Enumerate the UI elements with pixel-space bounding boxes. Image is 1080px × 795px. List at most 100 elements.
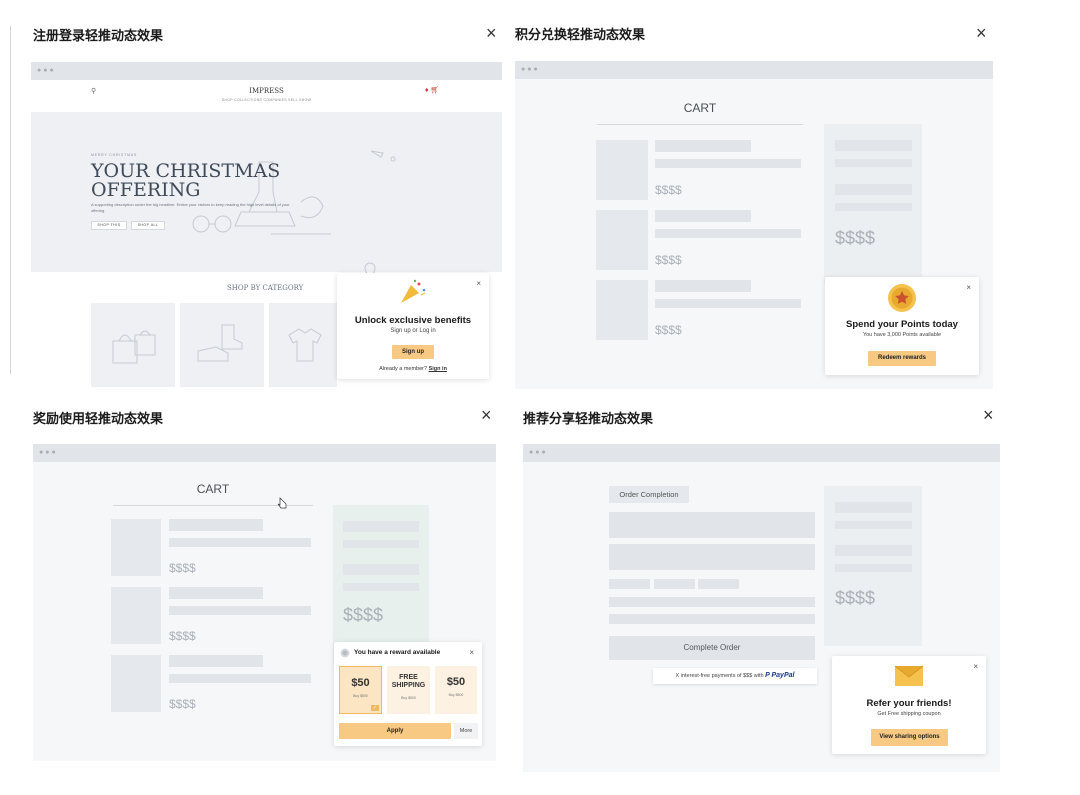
popup-close-icon[interactable]: × [469,648,474,657]
signup-footer-text: Already a member? [379,366,428,372]
placeholder-bar [609,597,815,607]
product-price: $$$$ [655,323,682,337]
product-thumb [596,210,648,270]
browser-frame-referral: ●●● Order Completion Complete Order X in… [523,444,1000,772]
placeholder-bar [835,159,912,167]
placeholder-bar [655,140,751,152]
paypal-brand: PayPal [771,672,795,679]
referral-popup-subtitle: Get Free shipping coupon [877,711,941,717]
placeholder-bar [343,564,419,575]
clothing-icon [288,328,322,362]
placeholder-bar [835,521,912,529]
browser-chrome: ●●● [523,444,1000,462]
summary-price: $$$$ [835,588,876,608]
window-dots-icon: ●●● [529,449,548,456]
product-thumb [596,280,648,340]
referral-popup: × Refer your friends! Get Free shipping … [832,656,986,754]
placeholder-bar [343,521,419,532]
paypal-text: X interest-free payments of $$$ with [675,673,764,679]
panel-title-referral: 推荐分享轻推动态效果 [523,411,654,426]
placeholder-bar [655,229,801,238]
placeholder-bar [654,579,695,589]
popup-close-icon[interactable]: × [476,279,481,288]
product-thumb [111,519,161,576]
category-card-bags[interactable] [91,303,175,387]
reward-card[interactable]: $50 Buy $500 ✓ [339,666,382,714]
popup-close-icon[interactable]: × [966,283,971,292]
placeholder-field [609,544,815,570]
placeholder-bar [835,545,912,556]
category-card-shoes[interactable] [180,303,264,387]
summary-price: $$$$ [343,605,384,625]
reward-badge-icon [340,648,350,658]
shop-this-button[interactable]: SHOP THIS [91,221,127,230]
cart-icon[interactable]: ♦ 🛒︎ [425,86,439,94]
redeem-rewards-button[interactable]: Redeem rewards [868,351,936,366]
browser-chrome: ●●● [33,444,496,462]
popup-close-icon[interactable]: × [973,662,978,671]
points-coin-icon [888,284,916,312]
product-price: $$$$ [169,561,196,575]
points-popup-subtitle: You have 3,000 Points available [862,332,942,338]
panel-title-points: 积分兑换轻推动态效果 [515,27,646,42]
party-popper-icon [401,279,426,303]
signup-popup-title: Unlock exclusive benefits [354,315,472,326]
placeholder-bar [609,614,815,624]
placeholder-bar [655,159,801,168]
placeholder-field [609,512,815,538]
reward-card-amount: $50 [446,676,466,688]
reward-card-caption: Buy $500 [401,696,416,700]
window-dots-icon: ●●● [521,66,540,73]
panel-close-button[interactable]: × [481,406,492,424]
summary-price: $$$$ [835,228,876,248]
complete-order-button[interactable]: Complete Order [609,636,815,660]
product-thumb [111,587,161,644]
reward-card[interactable]: $50 Buy $500 [435,666,477,714]
placeholder-bar [343,583,419,591]
store-nav[interactable]: SHOP COLLECTIONS COMPANIES SELL SHOW [31,98,502,102]
placeholder-bar [169,674,311,683]
reward-card-caption: Buy $500 [353,694,368,698]
placeholder-bar [835,203,912,211]
shop-all-button[interactable]: SHOP ALL [131,221,165,230]
view-sharing-options-button[interactable]: View sharing options [871,729,948,746]
more-button[interactable]: More [454,723,478,739]
hero-description: A supporting description under the big h… [91,202,290,213]
hero-illustration-icon [192,161,331,235]
reward-card[interactable]: FREE SHIPPING Buy $500 [387,666,430,714]
panel-title-signup: 注册登录轻推动态效果 [33,28,164,43]
paypal-message[interactable]: X interest-free payments of $$$ with P P… [653,668,817,684]
hero-headline-line2: OFFERING [91,179,201,201]
placeholder-bar [609,579,650,589]
signup-popup-subtitle: Sign up or Log in [390,328,436,334]
placeholder-bar [169,519,263,531]
panel-close-button[interactable]: × [486,24,497,42]
product-price: $$$$ [169,629,196,643]
placeholder-bar [655,210,751,222]
panel-close-button[interactable]: × [976,24,987,42]
cart-title: CART [196,482,230,496]
placeholder-bar [835,140,912,151]
points-popup-title: Spend your Points today [846,319,958,330]
reward-card-amount: $50 [351,677,370,689]
paypal-logo: P PayPal [765,672,795,679]
hero-headline-line1: YOUR CHRISTMAS [91,160,281,182]
order-summary: $$$$ [824,486,922,646]
panel-title-rewards: 奖励使用轻推动态效果 [33,411,164,426]
placeholder-bar [655,280,751,292]
cart-divider [597,124,803,125]
placeholder-bar [835,184,912,195]
signup-button[interactable]: Sign up [392,345,434,359]
product-price: $$$$ [655,183,682,197]
selected-check-icon: ✓ [371,705,379,711]
category-title: SHOP BY CATEGORY [227,284,304,292]
placeholder-bar [835,502,912,513]
sign-in-link[interactable]: Sign in [429,366,447,372]
panel-close-button[interactable]: × [983,406,994,424]
handbag-icon [112,330,156,364]
apply-button[interactable]: Apply [339,723,451,739]
placeholder-bar [169,606,311,615]
placeholder-bar [343,540,419,548]
cart-title: CART [683,101,717,115]
category-card-clothing[interactable] [269,303,337,387]
